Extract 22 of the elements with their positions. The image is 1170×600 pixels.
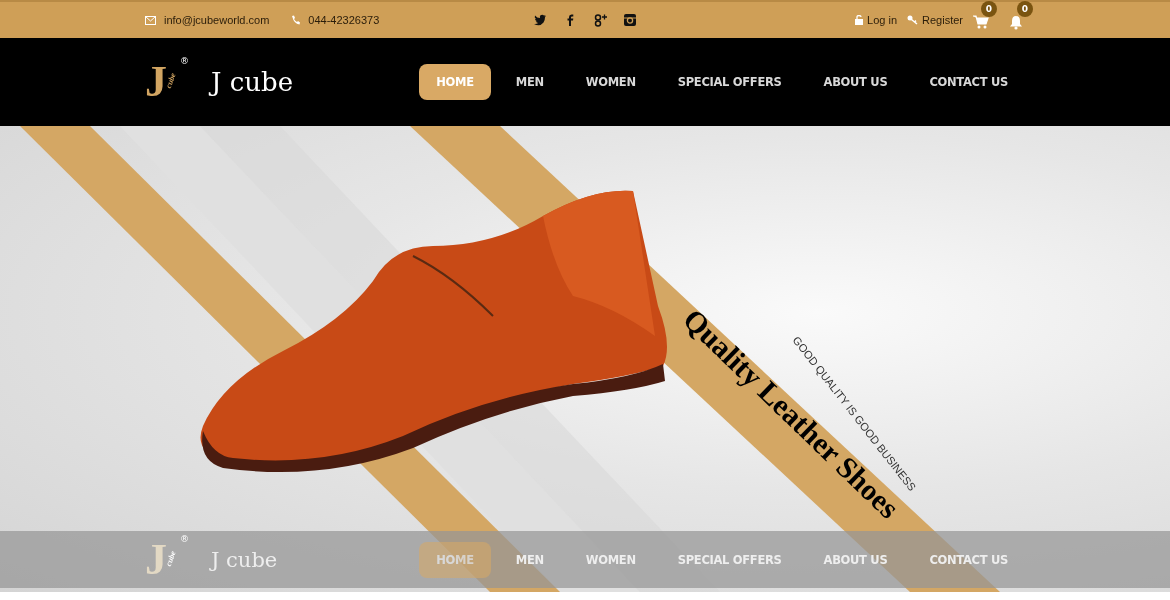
phone-icon bbox=[291, 15, 301, 25]
key-icon bbox=[907, 15, 918, 25]
login-link[interactable]: Log in bbox=[855, 14, 897, 26]
nav-link[interactable]: MEN bbox=[498, 64, 561, 100]
logo-name: J cube bbox=[211, 547, 278, 572]
nav-link[interactable]: CONTACT US bbox=[912, 64, 1025, 100]
mail-icon bbox=[145, 15, 156, 25]
phone-text: 044-42326373 bbox=[308, 14, 380, 26]
instagram-icon[interactable] bbox=[623, 13, 637, 27]
notification-count: 0 bbox=[1017, 1, 1033, 17]
twitter-icon[interactable] bbox=[533, 13, 547, 27]
logo-icon: J cube ® bbox=[145, 537, 189, 582]
cart-count: 0 bbox=[981, 1, 997, 17]
nav-link[interactable]: SPECIAL OFFERS bbox=[660, 64, 799, 100]
bell-icon[interactable] bbox=[1009, 15, 1023, 30]
email-text: info@jcubeworld.com bbox=[164, 14, 270, 26]
register-link[interactable]: Register bbox=[907, 14, 963, 26]
nav-link[interactable]: WOMEN bbox=[568, 64, 653, 100]
cart-icon[interactable] bbox=[973, 15, 989, 29]
google-plus-icon[interactable] bbox=[593, 13, 607, 27]
lock-icon bbox=[855, 15, 864, 25]
nav-link[interactable]: ABOUT US bbox=[806, 64, 905, 100]
